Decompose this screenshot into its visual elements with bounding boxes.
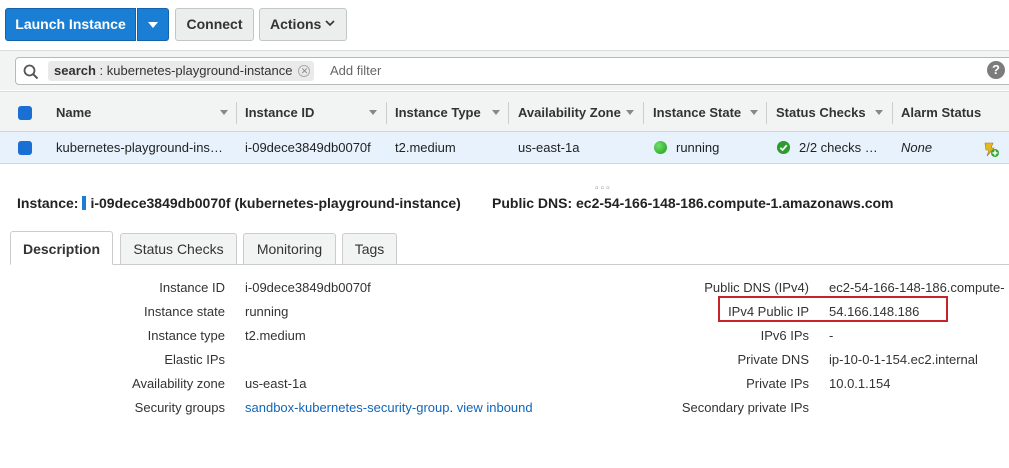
instance-summary-label: Instance:: [17, 195, 79, 211]
running-status-icon: [654, 141, 667, 154]
cell-instance-type: t2.medium: [395, 140, 456, 155]
remove-filter-icon[interactable]: ✕: [298, 65, 311, 77]
detail-label-private-ips: Private IPs: [746, 376, 809, 391]
actions-button[interactable]: Actions: [259, 8, 347, 41]
sort-caret-icon[interactable]: [492, 110, 500, 115]
detail-value-security-groups: sandbox-kubernetes-security-group. view …: [245, 400, 533, 415]
help-icon[interactable]: ?: [987, 61, 1005, 79]
public-dns-summary-label: Public DNS:: [492, 195, 573, 211]
column-header-availability-zone[interactable]: Availability Zone: [518, 92, 621, 133]
tab-monitoring[interactable]: Monitoring: [243, 233, 336, 265]
sort-caret-icon[interactable]: [750, 110, 758, 115]
instance-color-marker: [82, 196, 87, 210]
column-header-label: Instance State: [653, 105, 742, 120]
table-header: Name Instance ID Instance Type Availabil…: [0, 91, 1009, 132]
connect-button[interactable]: Connect: [175, 8, 254, 41]
check-circle-icon: [777, 141, 790, 154]
column-header-label: Status Checks: [776, 105, 866, 120]
column-header-status-checks[interactable]: Status Checks: [776, 92, 866, 133]
column-header-label: Instance ID: [245, 105, 315, 120]
table-row[interactable]: kubernetes-playground-ins… i-09dece3849d…: [0, 132, 1009, 164]
detail-value-instance-state: running: [245, 304, 289, 319]
public-dns-summary-value: ec2-54-166-148-186.compute-1.amazonaws.c…: [576, 195, 894, 211]
launch-instance-dropdown-button[interactable]: [137, 8, 169, 41]
instance-summary-value: i-09dece3849db0070f (kubernetes-playgrou…: [90, 195, 461, 211]
column-header-alarm-status[interactable]: Alarm Status: [901, 92, 981, 133]
tab-description[interactable]: Description: [10, 231, 113, 265]
column-header-instance-id[interactable]: Instance ID: [245, 92, 314, 133]
detail-value-private-ips: 10.0.1.154: [829, 376, 891, 391]
filter-input[interactable]: search : kubernetes-playground-instance …: [15, 57, 1009, 85]
sort-caret-icon[interactable]: [626, 110, 634, 115]
column-header-label: Name: [56, 105, 92, 120]
detail-value-instance-type: t2.medium: [245, 328, 306, 343]
launch-instance-button[interactable]: Launch Instance: [5, 8, 136, 41]
detail-label-public-dns: Public DNS (IPv4): [704, 280, 809, 295]
detail-label-instance-id: Instance ID: [159, 280, 225, 295]
filter-token-key: search: [54, 63, 96, 78]
detail-value-public-dns: ec2-54-166-148-186.compute-: [829, 280, 1005, 295]
instance-summary: Instance: i-09dece3849db0070f (kubernetes…: [17, 195, 461, 211]
public-dns-summary: Public DNS: ec2-54-166-148-186.compute-1…: [492, 195, 894, 211]
column-header-instance-state[interactable]: Instance State: [653, 92, 741, 133]
detail-value-instance-id: i-09dece3849db0070f: [245, 280, 371, 295]
column-header-name[interactable]: Name: [56, 92, 91, 133]
detail-label-instance-type: Instance type: [147, 328, 225, 343]
detail-label-availability-zone: Availability zone: [132, 376, 225, 391]
add-filter-placeholder[interactable]: Add filter: [330, 58, 381, 84]
actions-label: Actions: [270, 16, 322, 32]
tab-tags[interactable]: Tags: [342, 233, 397, 265]
create-alarm-icon[interactable]: [982, 140, 1000, 158]
cell-alarm-status: None: [901, 140, 933, 155]
detail-label-instance-state: Instance state: [144, 304, 225, 319]
cell-availability-zone: us-east-1a: [518, 140, 580, 155]
column-header-label: Instance Type: [395, 105, 481, 120]
row-checkbox[interactable]: [18, 141, 32, 155]
search-filter-token[interactable]: search : kubernetes-playground-instance …: [48, 61, 315, 81]
sort-caret-icon[interactable]: [369, 110, 377, 115]
column-header-label: Availability Zone: [518, 105, 621, 120]
security-group-separator: .: [449, 400, 457, 415]
filter-bar: search : kubernetes-playground-instance …: [0, 50, 1009, 90]
tab-status-checks[interactable]: Status Checks: [120, 233, 237, 265]
select-all-checkbox[interactable]: [18, 106, 32, 120]
detail-value-private-dns: ip-10-0-1-154.ec2.internal: [829, 352, 978, 367]
caret-down-icon: [148, 22, 158, 28]
chevron-down-icon: [325, 20, 335, 27]
cell-instance-state: running: [676, 140, 720, 155]
detail-label-secondary-private-ips: Secondary private IPs: [681, 400, 809, 415]
search-icon: [23, 64, 39, 80]
filter-token-value: : kubernetes-playground-instance: [95, 63, 293, 78]
ipv4-highlight-box: [718, 296, 948, 322]
view-inbound-link[interactable]: view inbound: [457, 400, 533, 415]
detail-label-ipv6-ips: IPv6 IPs: [760, 328, 809, 343]
detail-label-private-dns: Private DNS: [737, 352, 809, 367]
detail-value-ipv6-ips: -: [829, 328, 834, 343]
sort-caret-icon[interactable]: [875, 110, 883, 115]
cell-instance-id: i-09dece3849db0070f: [245, 140, 371, 155]
column-header-instance-type[interactable]: Instance Type: [395, 92, 481, 133]
cell-status-checks: 2/2 checks …: [799, 140, 878, 155]
cell-name: kubernetes-playground-ins…: [56, 140, 223, 155]
sort-caret-icon[interactable]: [220, 110, 228, 115]
detail-value-availability-zone: us-east-1a: [245, 376, 307, 391]
panel-resize-handle[interactable]: ▫▫▫: [595, 183, 612, 194]
toolbar: Launch Instance Connect Actions: [0, 0, 1009, 50]
detail-label-security-groups: Security groups: [134, 400, 225, 415]
security-group-link[interactable]: sandbox-kubernetes-security-group: [245, 400, 450, 415]
column-header-label: Alarm Status: [901, 105, 982, 120]
detail-label-elastic-ips: Elastic IPs: [164, 352, 225, 367]
